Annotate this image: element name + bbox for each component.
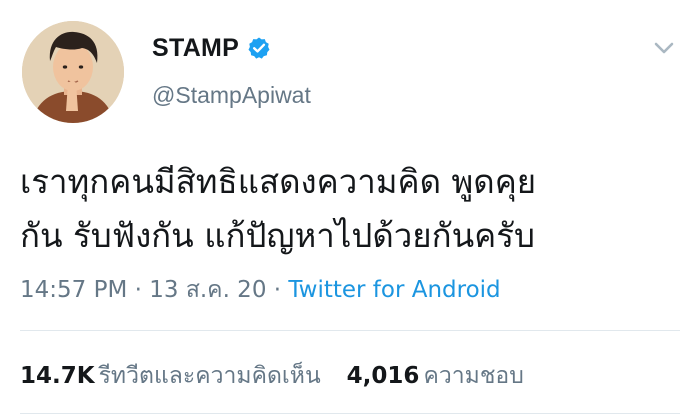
tweet-text: เราทุกคนมีสิทธิแสดงความคิด พูดคุย กัน รั… — [20, 155, 680, 263]
likes-stat[interactable]: 4,016 ความชอบ — [347, 363, 524, 389]
tweet-time[interactable]: 14:57 PM — [20, 277, 127, 303]
retweets-count: 14.7K — [20, 363, 95, 389]
name-row: STAMP — [152, 33, 271, 63]
tweet-meta: 14:57 PM · 13 ส.ค. 20 · Twitter for Andr… — [20, 272, 501, 308]
tweet-text-line-2: กัน รับฟังกัน แก้ปัญหาไปด้วยกันครับ — [20, 216, 535, 255]
tweet-card: STAMP @StampApiwat เราทุกคนมีสิทธิแสดงคว… — [0, 0, 700, 420]
retweets-label: รีทวีตและความคิดเห็น — [98, 363, 321, 389]
tweet-stats: 14.7K รีทวีตและความคิดเห็น 4,016 ความชอบ — [20, 358, 524, 394]
likes-label: ความชอบ — [423, 363, 524, 389]
tweet-text-line-1: เราทุกคนมีสิทธิแสดงความคิด พูดคุย — [20, 162, 537, 201]
meta-separator-2: · — [266, 277, 289, 303]
verified-badge-icon — [247, 36, 271, 60]
tweet-source-link[interactable]: Twitter for Android — [288, 277, 500, 303]
likes-count: 4,016 — [346, 363, 420, 389]
chevron-down-icon[interactable] — [650, 38, 678, 58]
avatar-image — [22, 21, 124, 123]
retweets-stat[interactable]: 14.7K รีทวีตและความคิดเห็น — [20, 363, 321, 389]
tweet-date[interactable]: 13 ส.ค. 20 — [149, 277, 266, 303]
meta-separator-1: · — [127, 277, 150, 303]
avatar[interactable] — [22, 21, 124, 123]
user-handle[interactable]: @StampApiwat — [152, 82, 311, 109]
divider — [20, 330, 680, 331]
display-name[interactable]: STAMP — [152, 34, 239, 63]
divider — [20, 413, 680, 414]
